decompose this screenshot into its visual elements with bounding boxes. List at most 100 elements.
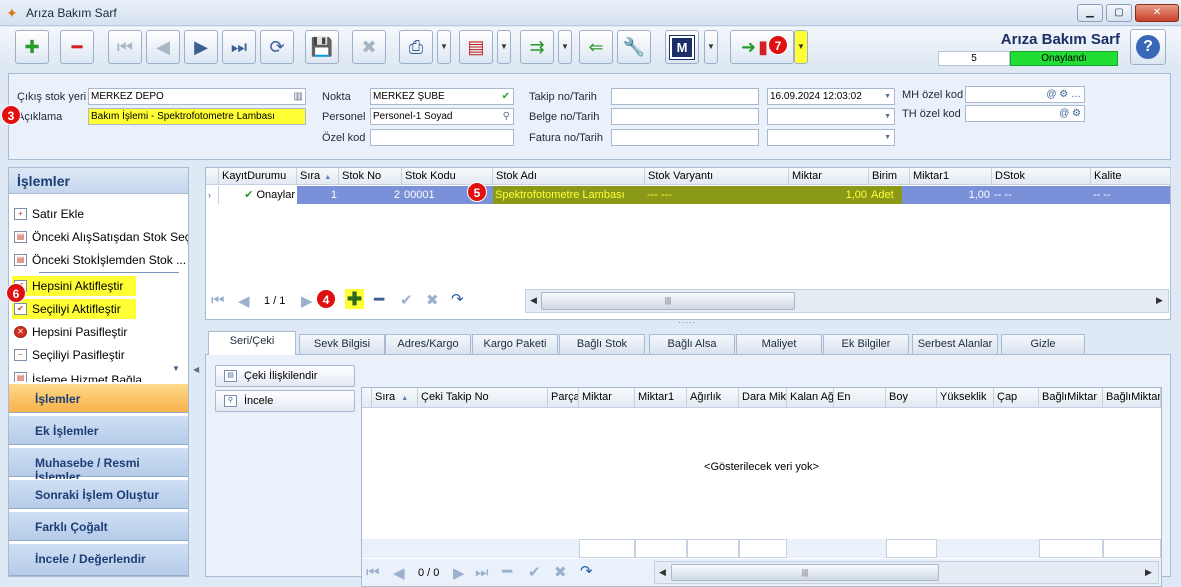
cancel-icon[interactable]: ✖: [554, 563, 567, 581]
last-page-icon[interactable]: ⏭: [475, 564, 489, 581]
tab-adres-kargo[interactable]: Adres/Kargo: [385, 334, 471, 354]
incele-button[interactable]: ⚲ İncele: [215, 390, 355, 412]
scroll-thumb[interactable]: |||: [541, 292, 795, 310]
next-record-button[interactable]: ▶: [184, 30, 218, 64]
first-record-button[interactable]: ⏮: [108, 30, 142, 64]
transfer-dropdown[interactable]: ▼: [558, 30, 572, 64]
op-onceki-stok[interactable]: ▤ Önceki Stokİşlemden Stok ...: [12, 250, 188, 270]
col-birim[interactable]: Birim: [869, 168, 910, 185]
op-secili-aktiflestir[interactable]: ✔ Seçiliyi Aktifleştir: [12, 299, 136, 319]
tab-serbest-alanlar[interactable]: Serbest Alanlar: [912, 334, 998, 354]
scroll-thumb[interactable]: |||: [671, 564, 939, 581]
tab-seri-ceki[interactable]: Seri/Çeki: [208, 331, 296, 355]
cancel-icon[interactable]: ✖: [426, 291, 439, 309]
col-ceki-takip-no[interactable]: Çeki Takip No: [418, 388, 548, 408]
col-bagli-miktar1[interactable]: BağlıMiktar1: [1103, 388, 1161, 408]
col-bagli-miktar[interactable]: BağlıMiktar: [1039, 388, 1103, 408]
m-module-dropdown[interactable]: ▼: [704, 30, 718, 64]
col-sira[interactable]: Sıra ▲: [372, 388, 418, 408]
group-ek-islemler[interactable]: Ek İşlemler: [9, 415, 188, 445]
at-icon[interactable]: @ ⚙ …: [1046, 87, 1081, 102]
tab-ek-bilgiler[interactable]: Ek Bilgiler: [823, 334, 909, 354]
refresh-button[interactable]: ⟳: [260, 30, 294, 64]
collapse-left-icon[interactable]: ◀: [193, 365, 199, 374]
op-satir-ekle[interactable]: + Satır Ekle: [12, 204, 188, 224]
aciklama-field[interactable]: Bakım İşlemi - Spektrofotometre Lambası: [88, 108, 306, 125]
scroll-right-icon[interactable]: ▶: [1145, 567, 1152, 578]
last-record-button[interactable]: ⏭: [222, 30, 256, 64]
col-dstok[interactable]: DStok: [992, 168, 1091, 185]
print-button[interactable]: ⎙: [399, 30, 433, 64]
exit-dropdown[interactable]: ▼: [794, 30, 808, 64]
group-sonraki-islem[interactable]: Sonraki İşlem Oluştur: [9, 479, 188, 509]
tab-sevk-bilgisi[interactable]: Sevk Bilgisi: [299, 334, 385, 354]
col-kalan-agirlik[interactable]: Kalan Ağ: [787, 388, 834, 408]
col-kayitdurumu[interactable]: KayıtDurumu: [219, 168, 297, 185]
fatura-no-field[interactable]: [611, 129, 759, 146]
col-miktar[interactable]: Miktar: [579, 388, 635, 408]
op-secili-pasiflestir[interactable]: − Seçiliyi Pasifleştir: [12, 345, 188, 365]
op-hepsini-pasiflestir[interactable]: ✕ Hepsini Pasifleştir: [12, 322, 188, 342]
tab-bagli-alsa[interactable]: Bağlı Alsa: [649, 334, 735, 354]
minimize-button[interactable]: ▁: [1077, 4, 1103, 22]
transfer-button[interactable]: ⇉: [520, 30, 554, 64]
op-hizmet-bagla[interactable]: ▤ İşleme Hizmet Bağla: [12, 368, 188, 382]
takip-no-field[interactable]: [611, 88, 759, 105]
col-miktar[interactable]: Miktar: [789, 168, 869, 185]
first-page-icon[interactable]: ⏮: [211, 292, 225, 309]
scroll-left-icon[interactable]: ◀: [659, 567, 666, 578]
group-incele[interactable]: İncele / Değerlendir: [9, 543, 188, 576]
delete-document-button[interactable]: ━: [60, 30, 94, 64]
op-hepsini-aktiflestir[interactable]: ✔Hepsini Aktifleştir: [12, 276, 136, 296]
prev-page-icon[interactable]: ◀: [238, 292, 250, 310]
col-parca[interactable]: Parça: [548, 388, 579, 408]
import-button[interactable]: ⇐: [579, 30, 613, 64]
personel-field[interactable]: Personel-1 Soyad ⚲: [370, 108, 514, 125]
table-row[interactable]: › ✔ Onaylar 1 2 00001 Spektrofotometre L…: [206, 186, 1170, 204]
col-agirlik[interactable]: Ağırlık: [687, 388, 739, 408]
op-onceki-alis[interactable]: ▤ Önceki AlışSatışdan Stok Seç: [12, 227, 188, 247]
scroll-left-icon[interactable]: ◀: [530, 295, 537, 306]
col-en[interactable]: En: [834, 388, 886, 408]
col-boy[interactable]: Boy: [886, 388, 937, 408]
tab-gizle[interactable]: Gizle: [1001, 334, 1085, 354]
export-dropdown[interactable]: ▼: [497, 30, 511, 64]
takip-date-field[interactable]: 16.09.2024 12:03:02 ▼: [767, 88, 895, 105]
tools-button[interactable]: 🔧: [617, 30, 651, 64]
save-button[interactable]: 💾: [305, 30, 339, 64]
mh-ozel-kod-field[interactable]: @ ⚙ …: [965, 86, 1085, 103]
col-cap[interactable]: Çap: [994, 388, 1039, 408]
m-module-button[interactable]: M: [665, 30, 699, 64]
col-dara-miktar[interactable]: Dara Mikt: [739, 388, 787, 408]
at-icon[interactable]: @ ⚙: [1059, 106, 1081, 121]
person-search-icon[interactable]: ⚲: [503, 109, 510, 124]
tab-kargo-paketi[interactable]: Kargo Paketi: [472, 334, 558, 354]
close-button[interactable]: ✕: [1135, 4, 1179, 22]
redo-icon[interactable]: ↷: [451, 290, 464, 308]
fatura-date-field[interactable]: ▼: [767, 129, 895, 146]
horizontal-scrollbar[interactable]: ◀ ||| ▶: [525, 289, 1169, 313]
prev-page-icon[interactable]: ◀: [393, 564, 405, 582]
scroll-right-icon[interactable]: ▶: [1156, 295, 1163, 306]
scroll-down-icon[interactable]: ▼: [172, 364, 180, 373]
chevron-down-icon[interactable]: ▼: [884, 109, 891, 124]
belge-date-field[interactable]: ▼: [767, 108, 895, 125]
chevron-down-icon[interactable]: ▼: [884, 89, 891, 104]
next-page-icon[interactable]: ▶: [453, 564, 465, 582]
group-farkli-cogalt[interactable]: Farklı Çoğalt: [9, 511, 188, 541]
delete-row-icon[interactable]: ━: [374, 290, 384, 310]
chevron-down-icon[interactable]: ▼: [884, 130, 891, 145]
th-ozel-kod-field[interactable]: @ ⚙: [965, 105, 1085, 122]
col-sira[interactable]: Sıra ▲: [297, 168, 339, 185]
new-document-button[interactable]: ✚: [15, 30, 49, 64]
cikis-stok-yeri-field[interactable]: MERKEZ DEPO ▥: [88, 88, 306, 105]
group-muhasebe[interactable]: Muhasebe / Resmi İşlemler: [9, 447, 188, 484]
next-page-icon[interactable]: ▶: [301, 292, 313, 310]
confirm-icon[interactable]: ✔: [528, 563, 541, 581]
tab-maliyet[interactable]: Maliyet: [736, 334, 822, 354]
col-kalite[interactable]: Kalite: [1091, 168, 1171, 185]
delete-row-icon[interactable]: ━: [502, 562, 512, 582]
prev-record-button[interactable]: ◀: [146, 30, 180, 64]
add-row-plus-icon[interactable]: ✚: [345, 289, 365, 309]
redo-icon[interactable]: ↷: [580, 562, 593, 580]
